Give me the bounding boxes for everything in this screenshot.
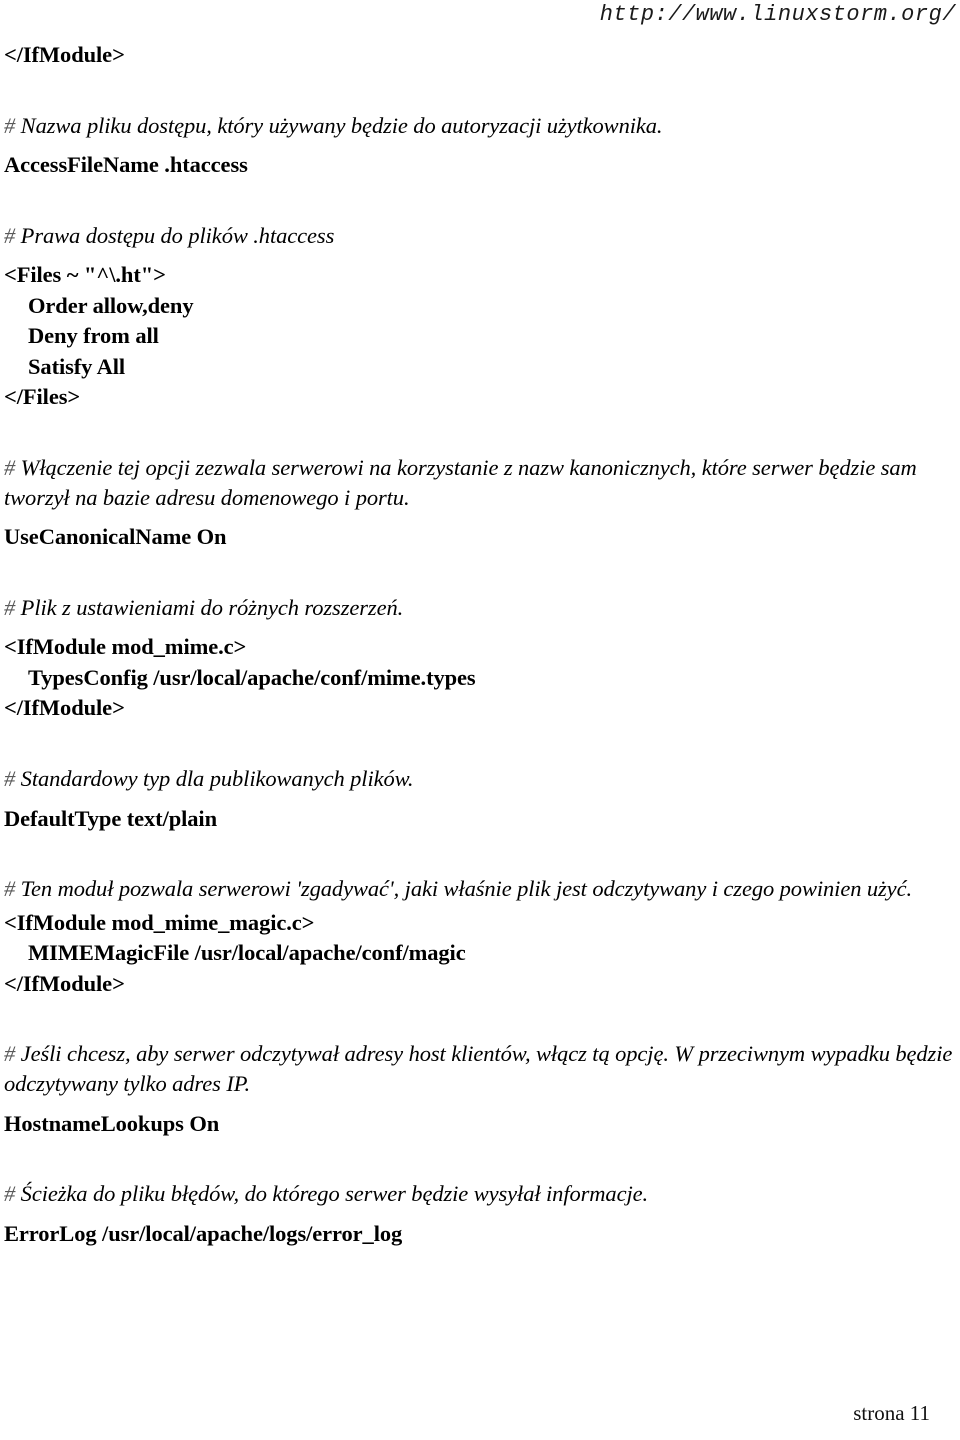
config-line-typesconfig: TypesConfig /usr/local/apache/conf/mime.… [28, 664, 476, 690]
comment-text: Plik z ustawieniami do różnych rozszerze… [15, 594, 404, 620]
config-line-errorlog: ErrorLog /usr/local/apache/logs/error_lo… [4, 1220, 403, 1246]
document-page: http://www.linuxstorm.org/ </IfModule> #… [0, 0, 960, 1440]
comment-hash-icon: # [4, 1181, 16, 1207]
comment-hash-icon: # [4, 594, 16, 620]
config-line-files-open: <Files ~ "^\.ht"> [4, 262, 166, 288]
config-line-files-close: </Files> [4, 384, 81, 410]
comment-text: Jeśli chcesz, aby serwer odczytywał adre… [4, 1041, 958, 1096]
running-header-url: http://www.linuxstorm.org/ [599, 2, 956, 27]
comment-text: Nazwa pliku dostępu, który używany będzi… [15, 112, 663, 138]
config-line-usecanonicalname: UseCanonicalName On [4, 524, 227, 550]
config-line-close-ifmodule-top: </IfModule> [4, 42, 125, 67]
config-comment-canonical: # Włączenie tej opcji zezwala serwerowi … [4, 453, 956, 512]
config-comment-mime: # Plik z ustawieniami do różnych rozszer… [4, 593, 956, 623]
comment-text: Włączenie tej opcji zezwala serwerowi na… [4, 454, 923, 510]
config-comment-defaulttype: # Standardowy typ dla publikowanych plik… [4, 764, 956, 794]
comment-hash-icon: # [4, 876, 16, 902]
comment-hash-icon: # [4, 112, 16, 138]
config-line-ifmodule-mime-open: <IfModule mod_mime.c> [4, 634, 247, 660]
config-comment-hostnamelookups: # Jeśli chcesz, aby serwer odczytywał ad… [4, 1039, 956, 1098]
config-comment-errorlog: # Ścieżka do pliku błędów, do którego se… [4, 1179, 956, 1209]
config-line-hostnamelookups: HostnameLookups On [4, 1110, 220, 1136]
config-line-satisfy: Satisfy All [28, 353, 126, 379]
comment-hash-icon: # [4, 222, 16, 248]
comment-text: Standardowy typ dla publikowanych plików… [15, 765, 414, 791]
config-comment-files-perms: # Prawa dostępu do plików .htaccess [4, 221, 956, 251]
comment-hash-icon: # [4, 1041, 16, 1067]
config-line-order: Order allow,deny [28, 292, 194, 318]
config-line-defaulttype: DefaultType text/plain [4, 805, 218, 831]
comment-text: Ścieżka do pliku błędów, do którego serw… [15, 1181, 649, 1207]
config-line-ifmodule-mime-close: </IfModule> [4, 695, 125, 721]
config-line-deny-from-all: Deny from all [28, 323, 159, 349]
config-line-ifmodule-magic-close: </IfModule> [4, 970, 125, 996]
config-line-accessfilename: AccessFileName .htaccess [4, 152, 248, 178]
config-comment-accessfilename: # Nazwa pliku dostępu, który używany będ… [4, 111, 956, 141]
comment-text: Ten moduł pozwala serwerowi 'zgadywać', … [15, 876, 912, 902]
config-comment-mime-magic: # Ten moduł pozwala serwerowi 'zgadywać'… [4, 874, 956, 904]
config-line-mimemagicfile: MIMEMagicFile /usr/local/apache/conf/mag… [28, 940, 466, 966]
comment-text: Prawa dostępu do plików .htaccess [15, 222, 335, 248]
document-body: </IfModule> # Nazwa pliku dostępu, który… [4, 42, 956, 1246]
page-number-footer: strona 11 [853, 1401, 930, 1425]
comment-hash-icon: # [4, 454, 16, 480]
comment-hash-icon: # [4, 765, 16, 791]
config-line-ifmodule-magic-open: <IfModule mod_mime_magic.c> [4, 909, 315, 935]
